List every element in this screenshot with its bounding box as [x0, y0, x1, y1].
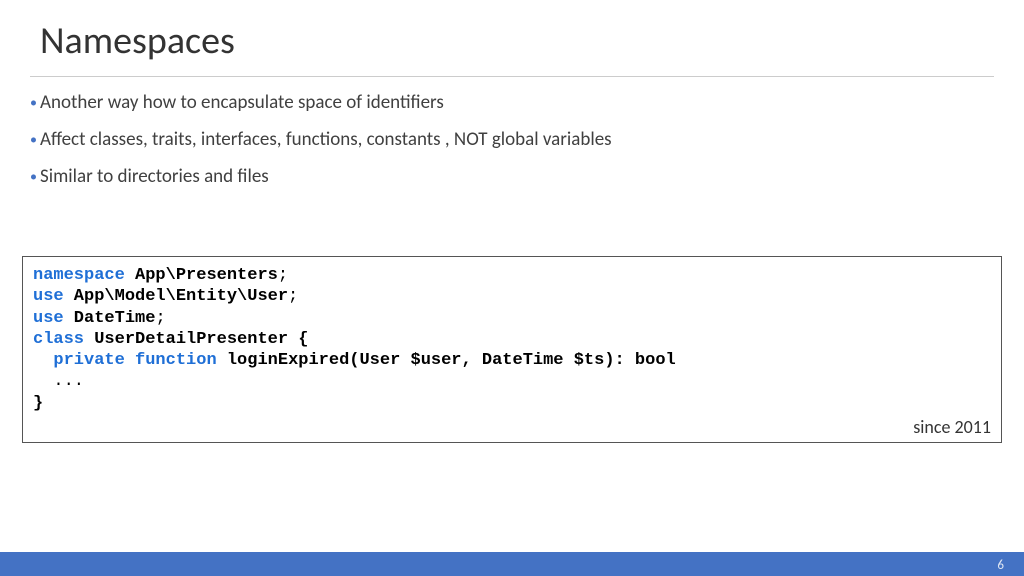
code-example-box: namespace App\Presenters; use App\Model\… [22, 256, 1002, 443]
code-line: use App\Model\Entity\User; [33, 286, 991, 307]
code-line: namespace App\Presenters; [33, 265, 991, 286]
keyword-function: function [135, 351, 217, 370]
keyword-private: private [53, 351, 124, 370]
title-divider [30, 76, 994, 77]
code-identifier: App\Model\Entity\User [64, 287, 288, 306]
code-text: ; [288, 287, 298, 306]
footer-bar: 6 [0, 552, 1024, 576]
code-identifier: DateTime [64, 309, 156, 328]
keyword-use: use [33, 287, 64, 306]
code-identifier: UserDetailPresenter { [84, 330, 308, 349]
bullet-item: Similar to directories and files [30, 165, 994, 188]
code-indent [33, 351, 53, 370]
keyword-use: use [33, 309, 64, 328]
slide-title: Namespaces [0, 0, 1024, 74]
code-space [125, 351, 135, 370]
code-text: ; [155, 309, 165, 328]
keyword-namespace: namespace [33, 266, 125, 285]
bullet-item: Affect classes, traits, interfaces, func… [30, 128, 994, 151]
code-brace: } [33, 394, 43, 413]
bullet-item: Another way how to encapsulate space of … [30, 91, 994, 114]
code-line: ... [33, 371, 991, 392]
code-identifier: App\Presenters [125, 266, 278, 285]
page-number: 6 [997, 558, 1004, 573]
code-line: } [33, 393, 991, 414]
code-line: private function loginExpired(User $user… [33, 350, 991, 371]
since-label: since 2011 [33, 416, 991, 439]
code-line: class UserDetailPresenter { [33, 329, 991, 350]
code-identifier: loginExpired(User $user, DateTime $ts): … [217, 351, 676, 370]
keyword-class: class [33, 330, 84, 349]
code-line: use DateTime; [33, 308, 991, 329]
bullet-list: Another way how to encapsulate space of … [0, 91, 1024, 188]
code-text: ; [278, 266, 288, 285]
